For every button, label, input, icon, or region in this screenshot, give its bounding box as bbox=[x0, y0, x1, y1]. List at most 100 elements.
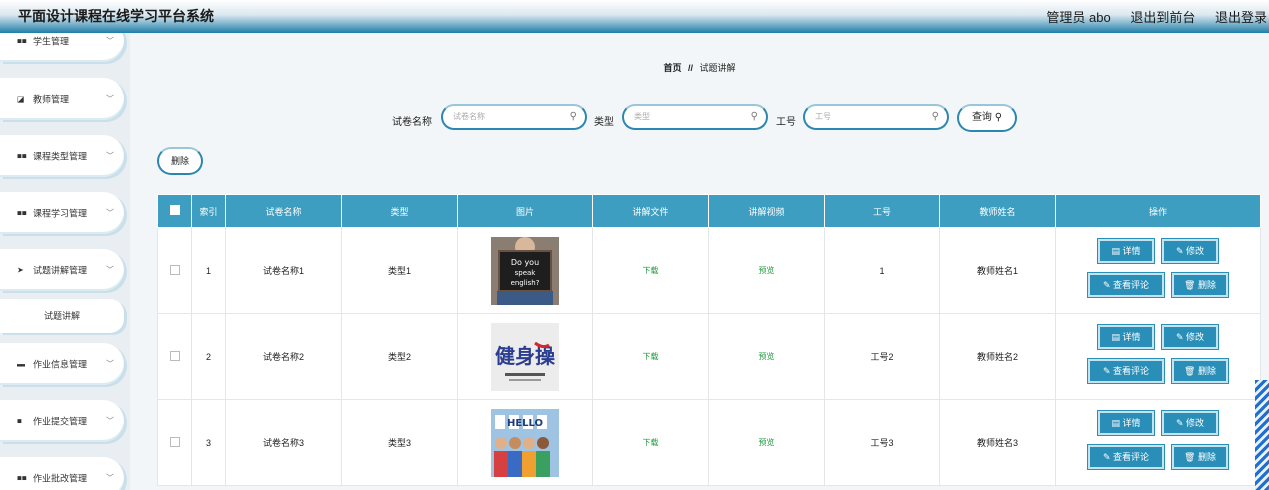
delete-button[interactable]: 🗑 删除 bbox=[1172, 272, 1228, 297]
detail-button[interactable]: ▤ 详情 bbox=[1098, 324, 1154, 349]
decorative-stripes bbox=[1255, 380, 1269, 490]
sidebar-item-label: 作业信息管理 bbox=[33, 359, 88, 370]
sidebar-item-label: 作业提交管理 bbox=[33, 416, 88, 427]
cell-exam-name: 试卷名称1 bbox=[225, 227, 342, 314]
edit-square-icon: ◪ bbox=[17, 94, 25, 104]
exam-image-thumbnail[interactable]: 健身操 bbox=[491, 322, 559, 391]
download-link[interactable]: 下载 bbox=[643, 266, 659, 275]
cell-exam-name: 试卷名称3 bbox=[225, 399, 342, 486]
exam-image-thumbnail[interactable]: Do you speak english? bbox=[491, 236, 559, 305]
search-icon: ⚲ bbox=[569, 111, 577, 122]
download-link[interactable]: 下载 bbox=[643, 352, 659, 361]
breadcrumb-home[interactable]: 首页 bbox=[663, 63, 681, 73]
search-icon: ⚲ bbox=[994, 112, 1003, 123]
select-all-checkbox-cell[interactable] bbox=[157, 194, 192, 228]
view-comments-button[interactable]: ✎ 查看评论 bbox=[1088, 358, 1164, 383]
row-checkbox[interactable] bbox=[169, 264, 180, 275]
cell-index: 1 bbox=[191, 227, 226, 314]
sidebar-subitem-exam-explain[interactable]: 试题讲解 bbox=[0, 299, 124, 333]
sidebar-item-students[interactable]: ■■ 学生管理 ﹀ bbox=[0, 33, 124, 62]
cell-teacher-name: 教师姓名3 bbox=[939, 399, 1056, 486]
svg-text:english?: english? bbox=[511, 279, 540, 287]
chevron-down-icon: ﹀ bbox=[106, 36, 114, 46]
chevron-down-icon: ﹀ bbox=[106, 94, 114, 104]
search-icon: ⚲ bbox=[750, 111, 758, 122]
sidebar-item-teachers[interactable]: ◪ 教师管理 ﹀ bbox=[0, 78, 124, 120]
id-input[interactable]: 工号 ⚲ bbox=[803, 104, 949, 130]
edit-icon: ✎ bbox=[1175, 245, 1187, 256]
preview-link[interactable]: 预览 bbox=[759, 266, 775, 275]
chevron-down-icon: ﹀ bbox=[106, 473, 114, 483]
sidebar-item-homework-grading[interactable]: ■■ 作业批改管理 ﹀ bbox=[0, 457, 124, 490]
detail-button[interactable]: ▤ 详情 bbox=[1098, 238, 1154, 263]
exam-explain-table: 索引 试卷名称 类型 图片 讲解文件 讲解视频 工号 教师姓名 操作 1 试卷名… bbox=[157, 194, 1261, 486]
top-right-menu: 管理员 abo 退出到前台 退出登录 bbox=[1030, 7, 1267, 26]
row-actions: ▤ 详情 ✎ 修改 ✎ 查看评论 🗑 删除 bbox=[1056, 410, 1260, 475]
cell-type: 类型3 bbox=[341, 399, 458, 486]
sidebar-item-label: 学生管理 bbox=[33, 36, 70, 47]
cell-image: Do you speak english? bbox=[457, 227, 593, 314]
logout-link[interactable]: 退出登录 bbox=[1215, 10, 1267, 25]
monitor-icon: ▬ bbox=[17, 359, 25, 369]
view-comments-button[interactable]: ✎ 查看评论 bbox=[1088, 444, 1164, 469]
exam-name-input[interactable]: 试卷名称 ⚲ bbox=[441, 104, 587, 130]
exam-image-thumbnail[interactable]: HELLO bbox=[491, 408, 559, 477]
back-to-front-link[interactable]: 退出到前台 bbox=[1130, 10, 1195, 25]
sidebar-item-course-study[interactable]: ■■ 课程学习管理 ﹀ bbox=[0, 192, 124, 234]
table-header-row: 索引 试卷名称 类型 图片 讲解文件 讲解视频 工号 教师姓名 操作 bbox=[157, 194, 1261, 228]
id-label: 工号 bbox=[776, 117, 796, 128]
detail-icon: ▤ bbox=[1111, 331, 1123, 342]
row-actions: ▤ 详情 ✎ 修改 ✎ 查看评论 🗑 删除 bbox=[1056, 238, 1260, 303]
breadcrumb-separator: // bbox=[687, 63, 693, 73]
delete-button[interactable]: 🗑 删除 bbox=[1172, 358, 1228, 383]
breadcrumb: 首页 // 试题讲解 bbox=[130, 61, 1269, 74]
preview-link[interactable]: 预览 bbox=[759, 352, 775, 361]
col-actions: 操作 bbox=[1055, 194, 1261, 228]
type-label: 类型 bbox=[594, 117, 614, 128]
cell-index: 3 bbox=[191, 399, 226, 486]
table-row: 3 试卷名称3 类型3 HELLO 下载 预览 工号3 教师姓名3 ▤ 详情 ✎… bbox=[157, 399, 1261, 486]
send-icon: ➤ bbox=[17, 265, 24, 275]
col-explain-video: 讲解视频 bbox=[708, 194, 825, 228]
cell-type: 类型2 bbox=[341, 313, 458, 400]
sidebar-item-label: 教师管理 bbox=[33, 94, 70, 105]
view-comments-button[interactable]: ✎ 查看评论 bbox=[1088, 272, 1164, 297]
cell-image: HELLO bbox=[457, 399, 593, 486]
grid-icon: ■■ bbox=[17, 36, 27, 46]
top-bar: 平面设计课程在线学习平台系统 管理员 abo 退出到前台 退出登录 bbox=[0, 0, 1269, 33]
sidebar-item-exam-explain[interactable]: ➤ 试题讲解管理 ﹀ bbox=[0, 249, 124, 291]
edit-button[interactable]: ✎ 修改 bbox=[1162, 238, 1218, 263]
type-input[interactable]: 类型 ⚲ bbox=[622, 104, 768, 130]
cell-image: 健身操 bbox=[457, 313, 593, 400]
edit-icon: ✎ bbox=[1102, 451, 1114, 462]
sidebar-item-course-types[interactable]: ■■ 课程类型管理 ﹀ bbox=[0, 135, 124, 177]
detail-button[interactable]: ▤ 详情 bbox=[1098, 410, 1154, 435]
edit-icon: ✎ bbox=[1102, 365, 1114, 376]
download-link[interactable]: 下载 bbox=[643, 438, 659, 447]
sidebar-item-label: 作业批改管理 bbox=[33, 473, 88, 484]
preview-link[interactable]: 预览 bbox=[759, 438, 775, 447]
select-all-checkbox[interactable] bbox=[169, 205, 180, 215]
trash-icon: 🗑 bbox=[1184, 451, 1198, 462]
cell-teacher-name: 教师姓名2 bbox=[939, 313, 1056, 400]
sidebar-item-homework-info[interactable]: ▬ 作业信息管理 ﹀ bbox=[0, 343, 124, 385]
image-caption: HELLO bbox=[507, 418, 543, 429]
detail-icon: ▤ bbox=[1111, 417, 1123, 428]
col-type: 类型 bbox=[341, 194, 458, 228]
cell-index: 2 bbox=[191, 313, 226, 400]
edit-icon: ✎ bbox=[1175, 331, 1187, 342]
query-button[interactable]: 查询 ⚲ bbox=[957, 104, 1017, 132]
grid-icon: ■■ bbox=[17, 151, 27, 161]
delete-button[interactable]: 🗑 删除 bbox=[1172, 444, 1228, 469]
row-checkbox[interactable] bbox=[169, 436, 180, 447]
cell-staff-id: 1 bbox=[824, 227, 940, 314]
batch-delete-button[interactable]: 删除 bbox=[157, 147, 203, 175]
chevron-down-icon: ﹀ bbox=[106, 208, 114, 218]
row-checkbox[interactable] bbox=[169, 350, 180, 361]
message-icon: ■ bbox=[17, 416, 22, 426]
current-user: 管理员 abo bbox=[1046, 10, 1111, 25]
col-teacher-name: 教师姓名 bbox=[939, 194, 1056, 228]
sidebar-item-homework-submit[interactable]: ■ 作业提交管理 ﹀ bbox=[0, 400, 124, 442]
edit-button[interactable]: ✎ 修改 bbox=[1162, 410, 1218, 435]
edit-button[interactable]: ✎ 修改 bbox=[1162, 324, 1218, 349]
